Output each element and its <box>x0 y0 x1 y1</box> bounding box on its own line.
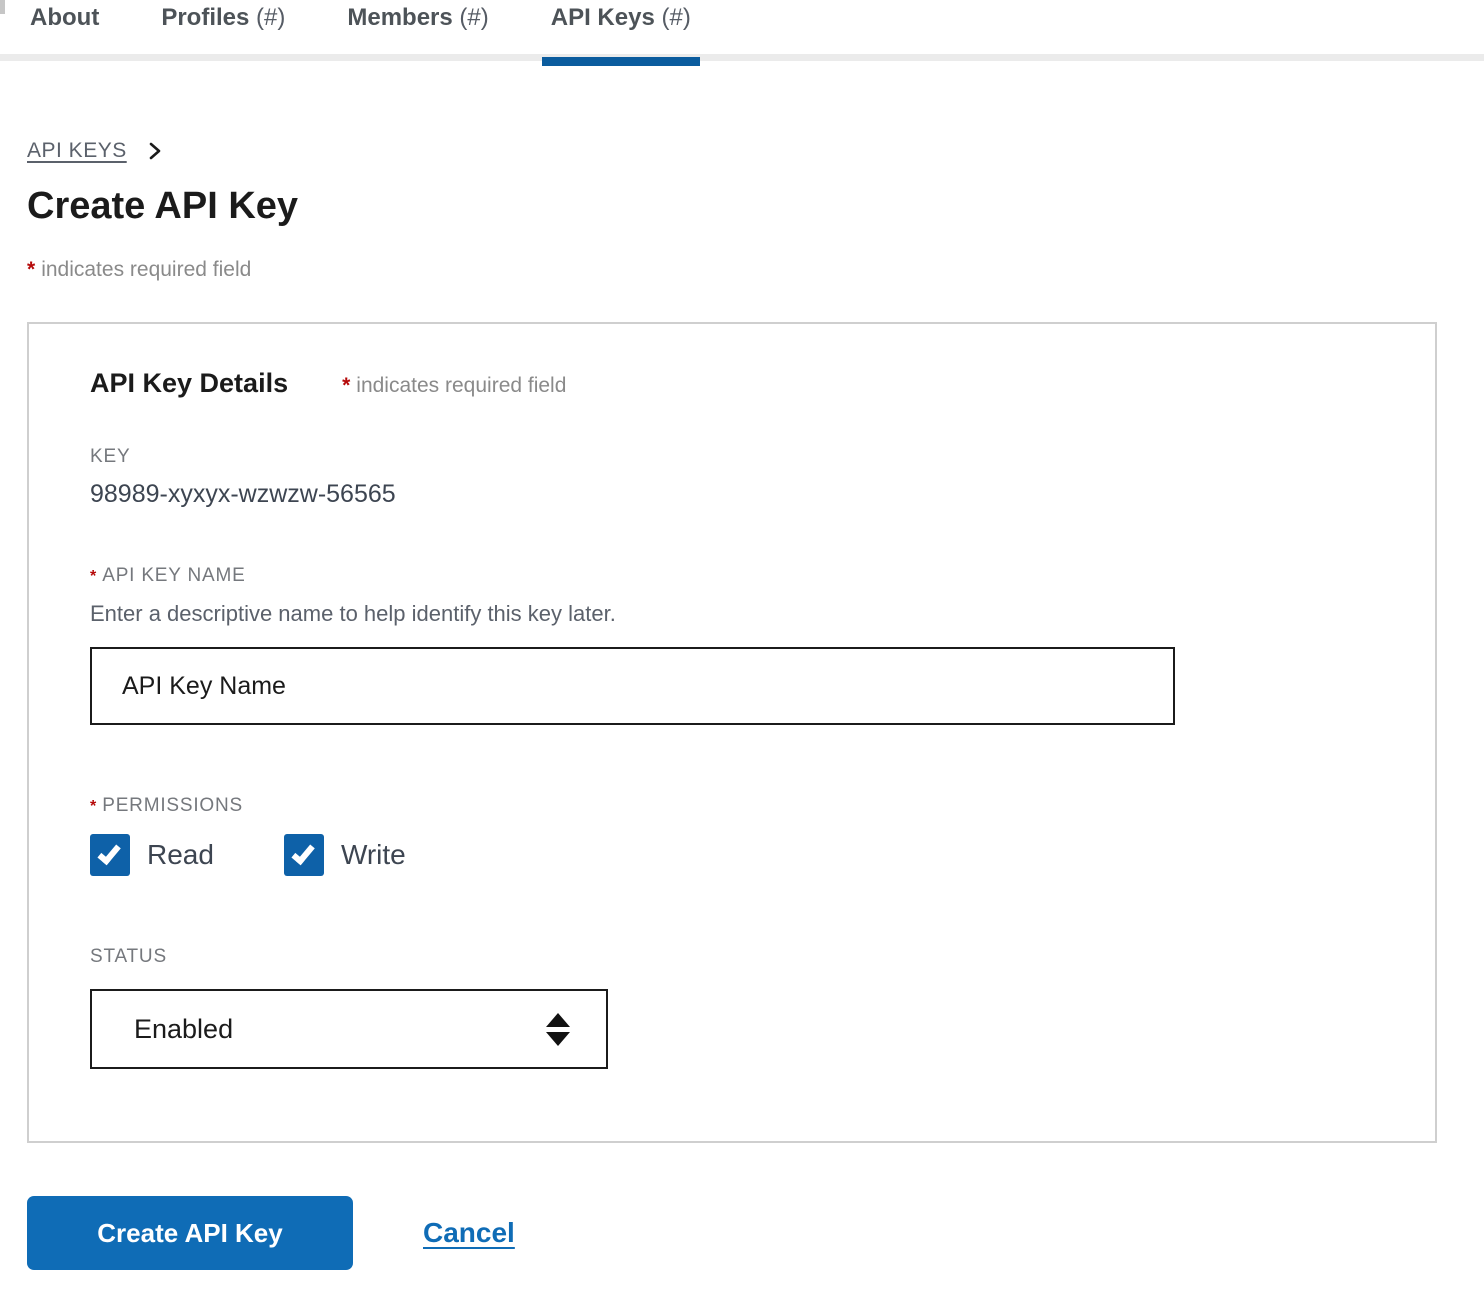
checkbox-box-checked <box>90 834 130 876</box>
form-actions: Create API Key Cancel <box>27 1196 1457 1270</box>
check-icon <box>97 840 121 866</box>
checkbox-write[interactable]: Write <box>283 834 406 876</box>
cancel-link[interactable]: Cancel <box>423 1217 515 1249</box>
key-label: KEY <box>90 446 131 467</box>
permissions-label-row: * PERMISSIONS <box>90 795 1435 817</box>
create-api-key-button[interactable]: Create API Key <box>27 1196 353 1270</box>
check-icon <box>291 840 315 866</box>
main-content: API KEYS Create API Key * indicates requi… <box>0 139 1484 1270</box>
api-key-details-panel: API Key Details * indicates required fiel… <box>27 322 1437 1143</box>
screenshot-edge-artifact <box>0 0 5 14</box>
tab-label: Members <box>347 4 453 31</box>
status-label: STATUS <box>90 946 167 967</box>
panel-required-note: * indicates required field <box>342 374 566 398</box>
tab-count: (#) <box>256 4 286 31</box>
tab-label: API Keys <box>550 4 655 31</box>
status-select-value: Enabled <box>134 1013 234 1044</box>
permissions-label: PERMISSIONS <box>102 795 244 816</box>
tab-count: (#) <box>459 4 489 31</box>
breadcrumb-link-api-keys[interactable]: API KEYS <box>27 139 127 163</box>
tab-api-keys[interactable]: API Keys (#) <box>541 4 700 66</box>
api-key-name-label: API KEY NAME <box>102 565 246 586</box>
permissions-checkbox-group: Read Write <box>90 834 1435 876</box>
checkbox-box-checked <box>283 834 324 876</box>
chevron-right-icon <box>147 140 163 162</box>
api-key-name-input[interactable] <box>90 647 1175 725</box>
panel-required-note-text: indicates required field <box>356 374 567 397</box>
required-field-note: * indicates required field <box>27 258 1457 282</box>
checkbox-read[interactable]: Read <box>90 834 214 876</box>
required-asterisk: * <box>90 798 97 815</box>
tab-count: (#) <box>661 4 691 31</box>
tab-label: Profiles <box>161 4 250 31</box>
tab-label: About <box>30 4 100 31</box>
key-value: 98989-xyxyx-wzwzw-56565 <box>90 480 396 508</box>
required-asterisk: * <box>342 374 351 397</box>
checkbox-read-label: Read <box>147 839 214 870</box>
api-key-name-label-row: * API KEY NAME <box>90 565 1435 587</box>
required-asterisk: * <box>90 568 97 585</box>
required-asterisk: * <box>27 258 36 281</box>
tab-profiles[interactable]: Profiles (#) <box>161 4 285 32</box>
tab-bar: About Profiles (#) Members (#) API Keys … <box>0 0 1484 66</box>
api-key-name-help-text: Enter a descriptive name to help identif… <box>90 601 616 626</box>
tab-members[interactable]: Members (#) <box>347 4 488 32</box>
breadcrumb: API KEYS <box>27 139 1457 163</box>
tab-about[interactable]: About <box>30 4 99 32</box>
required-note-text: indicates required field <box>41 258 252 281</box>
checkbox-write-label: Write <box>340 839 406 870</box>
page-title: Create API Key <box>27 185 299 227</box>
status-select[interactable]: Enabled <box>90 989 608 1069</box>
panel-heading: API Key Details <box>90 368 289 398</box>
select-arrows-icon <box>546 1012 570 1046</box>
